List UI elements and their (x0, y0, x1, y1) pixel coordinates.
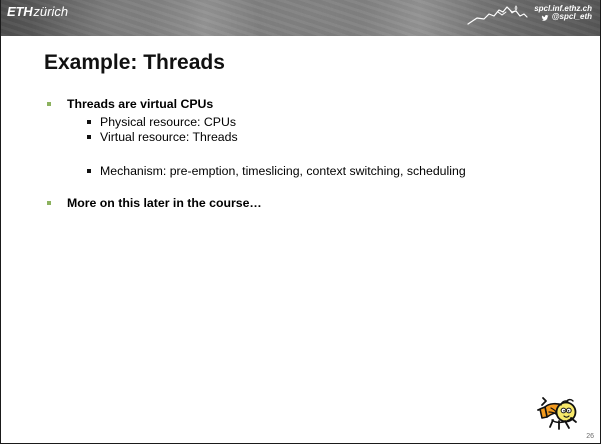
twitter-handle: @spcl_eth (551, 12, 592, 22)
eth-brand-bold: ETH (7, 4, 33, 19)
mountain-line-icon (467, 5, 528, 25)
twitter-line: @spcl_eth (534, 12, 592, 22)
bullet-more-later: More on this later in the course… (47, 196, 567, 212)
slide-content: Threads are virtual CPUs Physical resour… (47, 97, 567, 212)
bullet-text: More on this later in the course… (67, 195, 262, 210)
sub-bullet-physical-resource: Physical resource: CPUs (87, 115, 567, 131)
page-number: 26 (586, 433, 594, 440)
bullet-threads-are-virtual-cpus: Threads are virtual CPUs Physical resour… (47, 97, 567, 180)
eth-brand-light: zürich (33, 4, 69, 19)
sub-bullet-list: Physical resource: CPUs Virtual resource… (87, 115, 567, 180)
spacer (87, 146, 567, 164)
header-contact-block: spcl.inf.ethz.ch @spcl_eth (534, 4, 592, 22)
header-band: ETHzürich spcl.inf.ethz.ch @spcl_eth (1, 0, 600, 36)
slide-title: Example: Threads (44, 51, 225, 74)
sub-bullet-mechanism: Mechanism: pre-emption, timeslicing, con… (87, 164, 567, 180)
sub-bullet-virtual-resource: Virtual resource: Threads (87, 130, 567, 146)
slide: ETHzürich spcl.inf.ethz.ch @spcl_eth Exa… (0, 0, 601, 444)
bullet-text: Threads are virtual CPUs (67, 97, 214, 111)
twitter-bird-icon (541, 14, 549, 21)
cartoon-mascot-icon (537, 397, 577, 430)
eth-zurich-logo: ETHzürich (7, 5, 68, 18)
